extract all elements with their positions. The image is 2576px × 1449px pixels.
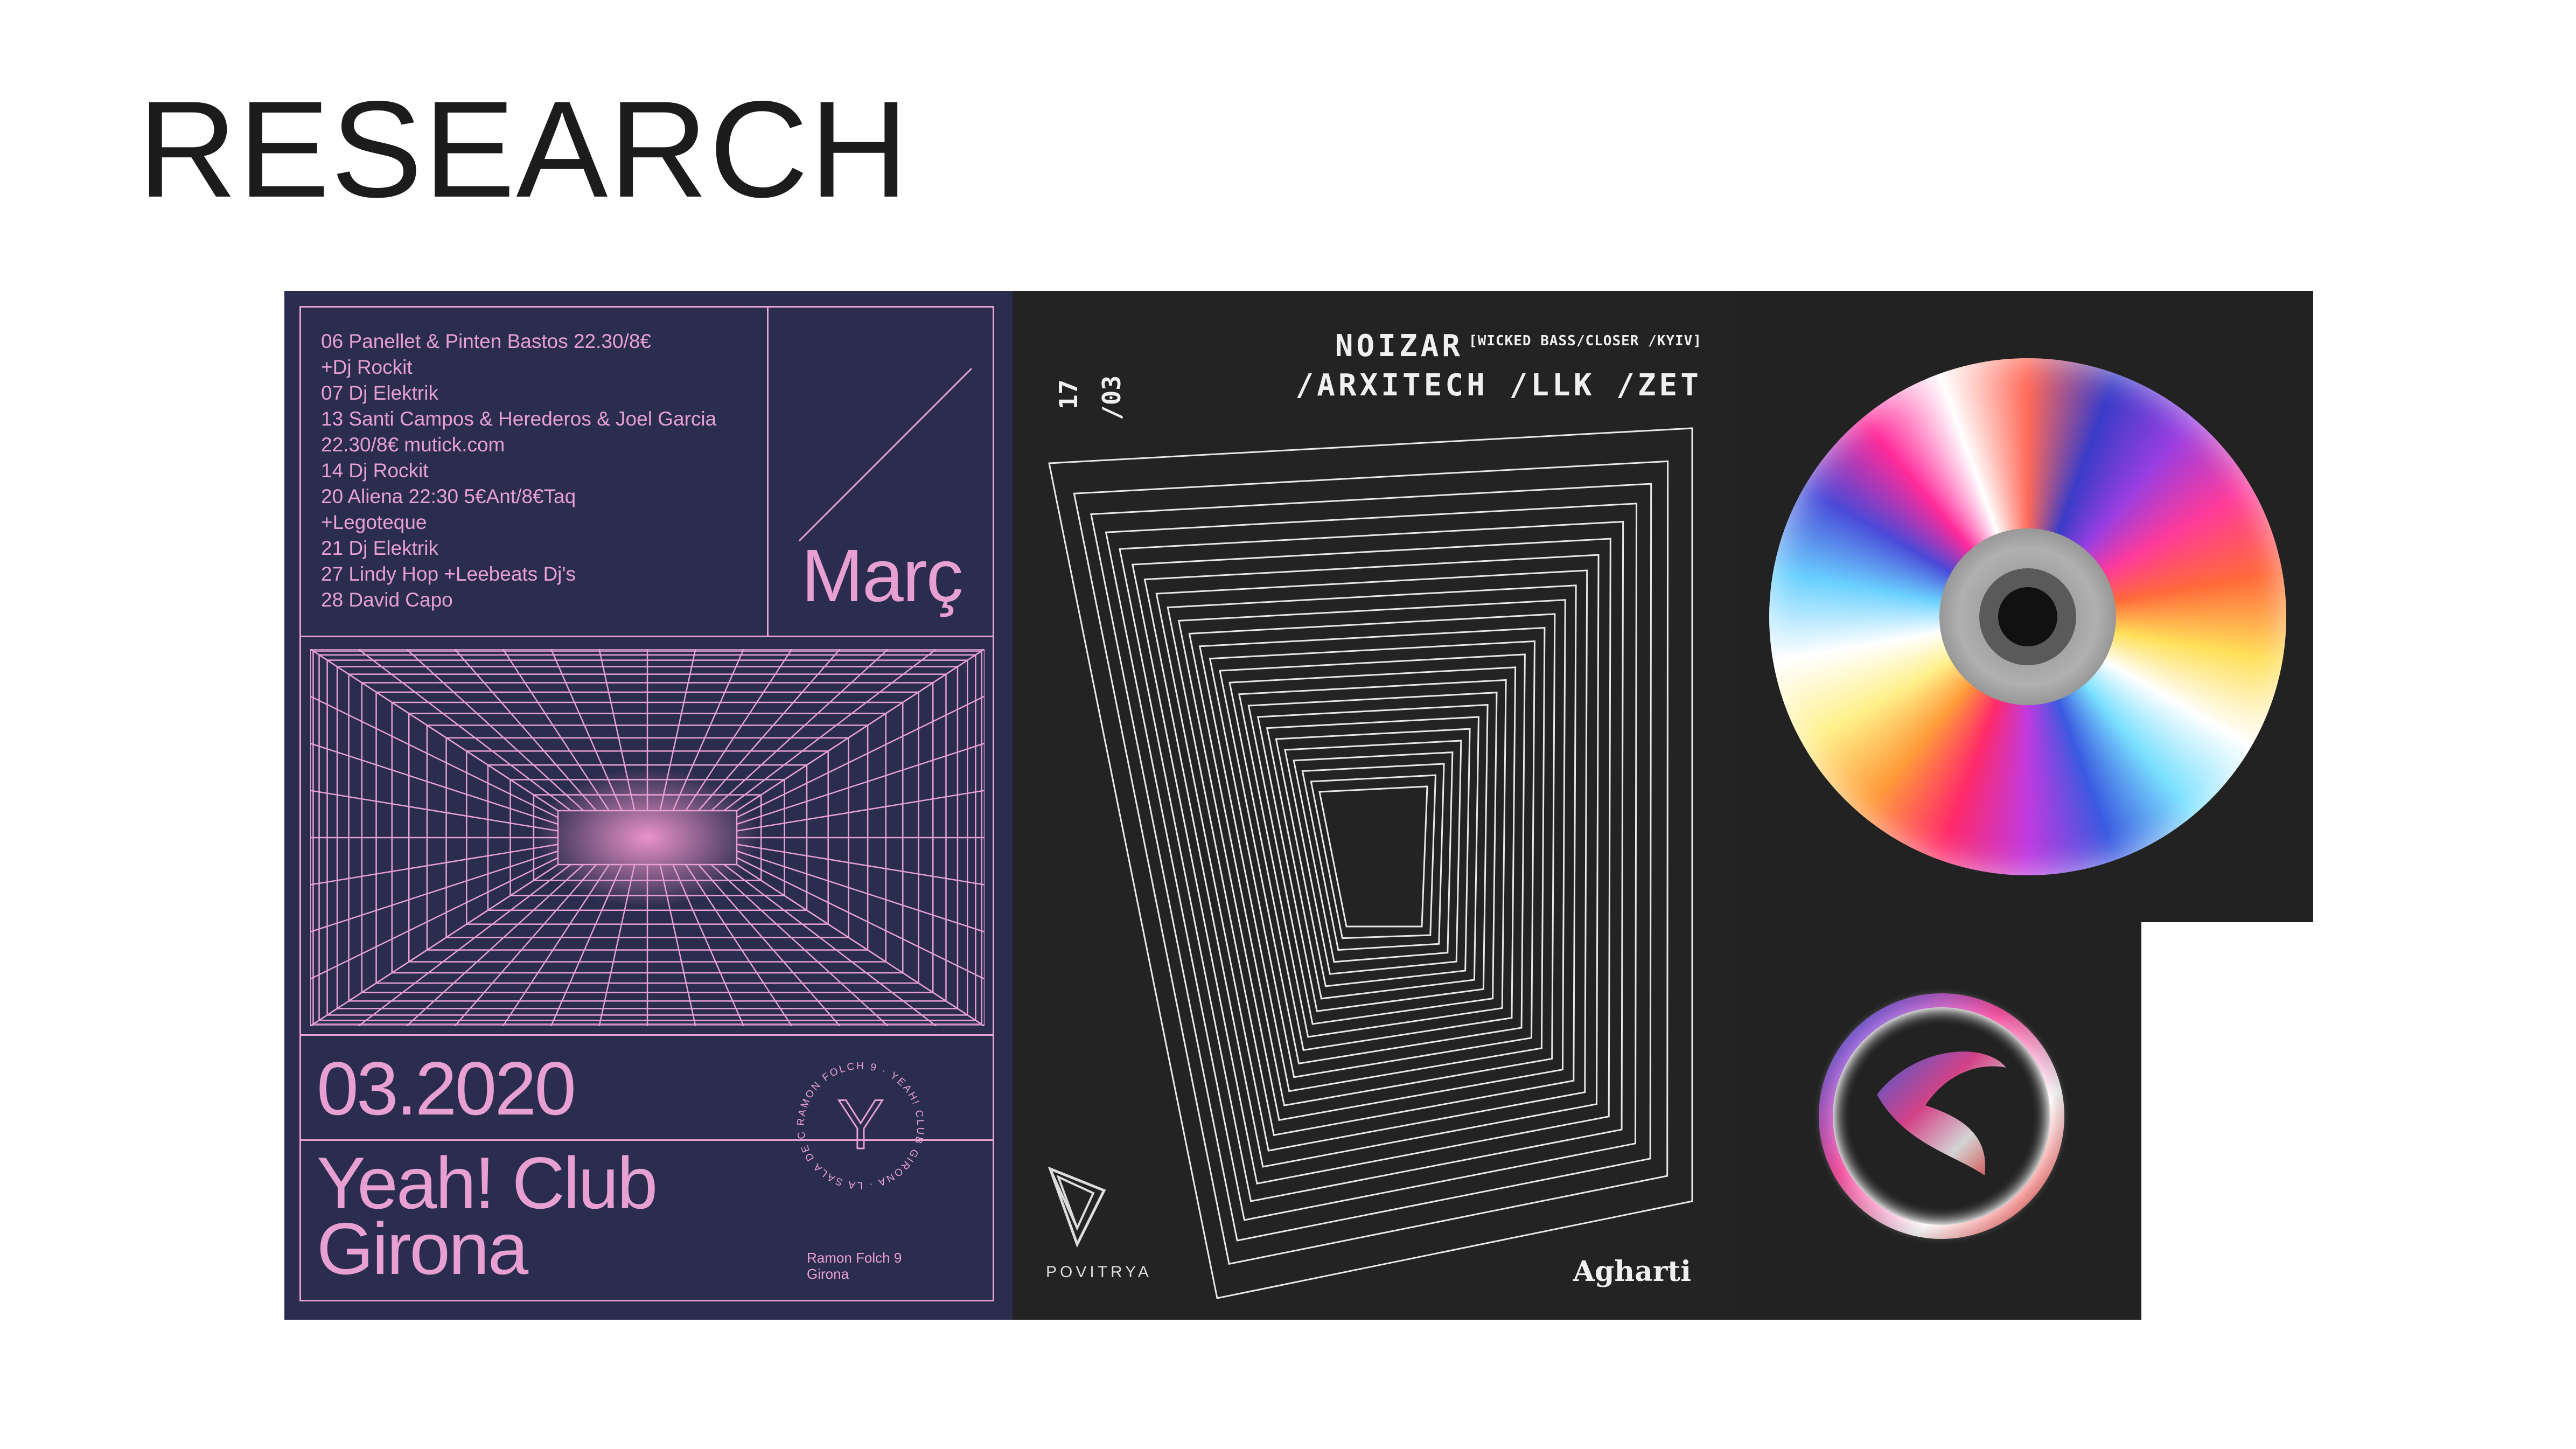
brand-left: POVITRYA — [1046, 1263, 1152, 1281]
brand-right: Agharti — [1573, 1255, 1691, 1288]
headliner: NOIZAR — [1335, 329, 1463, 364]
divider-line — [767, 306, 769, 636]
seal-letter: Y — [837, 1085, 884, 1164]
nested-frames-graphic — [1048, 427, 1693, 1299]
divider-line — [299, 1034, 994, 1036]
page-title: RESEARCH — [138, 73, 910, 226]
cd-image-panel — [1740, 291, 2313, 922]
date-day: 17 — [1054, 380, 1083, 409]
event-item: 28 David Capo — [321, 589, 453, 611]
event-item: 21 Dj Elektrik — [321, 537, 438, 559]
address-line: Girona — [807, 1266, 849, 1282]
event-date: 17 /03 — [1054, 375, 1126, 420]
club-name: Yeah! Club Girona — [317, 1142, 658, 1290]
date-month: /03 — [1097, 375, 1126, 420]
iridescent-orb-image — [1812, 987, 2071, 1245]
compact-disc-image — [1769, 358, 2286, 875]
event-item: +Legoteque — [321, 511, 427, 533]
event-item: 06 Panellet & Pinten Bastos 22.30/8€ — [321, 330, 651, 352]
poster-yeah-club: 06 Panellet & Pinten Bastos 22.30/8€ +Dj… — [284, 291, 1013, 1320]
orb-image-panel — [1740, 922, 2141, 1320]
address-line: Ramon Folch 9 — [807, 1250, 902, 1266]
event-item: 13 Santi Campos & Herederos & Joel Garci… — [321, 408, 717, 430]
event-item: +Dj Rockit — [321, 356, 413, 378]
event-item: 27 Lindy Hop +Leebeats Dj's — [321, 563, 576, 585]
lineup: NOIZAR [WICKED BASS/CLOSER /KYIV] /ARXITE… — [1295, 329, 1702, 403]
club-seal-logo: RAMON FOLCH 9 · YEAH! CLUB GIRONA · LA S… — [791, 1056, 924, 1191]
date-label: 03.2020 — [317, 1046, 576, 1131]
support-acts: /ARXITECH /LLK /ZET — [1295, 368, 1702, 403]
club-name-line: Girona — [317, 1208, 528, 1290]
event-item: 20 Aliena 22:30 5€Ant/8€Taq — [321, 485, 576, 507]
headliner-tags: [WICKED BASS/CLOSER /KYIV] — [1469, 333, 1702, 350]
povitrya-logo-icon — [1048, 1166, 1106, 1248]
event-list: 06 Panellet & Pinten Bastos 22.30/8€ +Dj… — [321, 329, 716, 613]
event-item: 07 Dj Elektrik — [321, 382, 438, 404]
disc-hole — [1998, 587, 2057, 646]
address: Ramon Folch 9 Girona — [807, 1250, 902, 1282]
divider-line — [299, 636, 994, 637]
grid-tunnel-graphic — [310, 649, 985, 1026]
month-label: Març — [801, 534, 964, 617]
event-item: 14 Dj Rockit — [321, 459, 429, 482]
club-name-line: Yeah! Club — [317, 1142, 658, 1224]
event-item: 22.30/8€ mutick.com — [321, 434, 505, 456]
poster-noizar: 17 /03 NOIZAR [WICKED BASS/CLOSER /KYIV] … — [1013, 291, 1740, 1320]
